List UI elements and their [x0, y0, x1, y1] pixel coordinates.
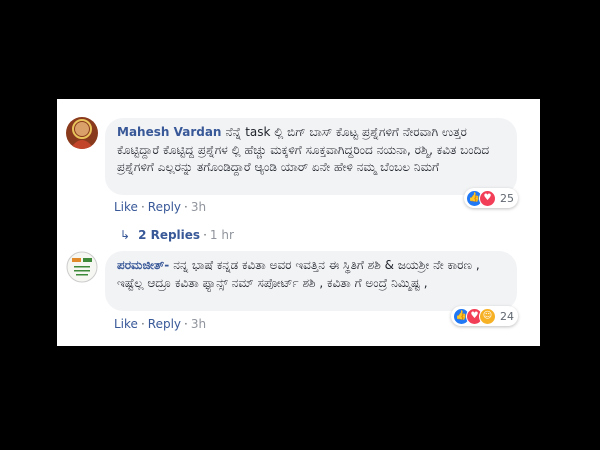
comments-panel: Mahesh Vardan ನೆನ್ನೆ task ಲ್ಲಿ ಬಿಗ್ ಬಾಸ್ …	[57, 99, 540, 346]
comment-bubble: ಪರಮಜೀತ್- ನನ್ನ ಭಾಷೆ ಕನ್ನಡ ಕವಿತಾ ಅವರ ಇವತ್ತಿ…	[105, 251, 517, 311]
avatar[interactable]	[66, 117, 98, 149]
view-replies-link[interactable]: ↳ 2 Replies · 1 hr	[120, 228, 234, 242]
comment-time[interactable]: 3h	[191, 200, 206, 214]
reaction-summary[interactable]: 👍 ♥ 25	[464, 188, 518, 208]
comment-author[interactable]: ಪರಮಜೀತ್-	[117, 258, 169, 272]
comment-bubble: Mahesh Vardan ನೆನ್ನೆ task ಲ್ಲಿ ಬಿಗ್ ಬಾಸ್ …	[105, 118, 517, 195]
haha-reaction-icon: ☺	[479, 307, 496, 325]
avatar-image-icon	[66, 117, 98, 149]
reply-link[interactable]: Reply	[148, 317, 181, 331]
comment-time[interactable]: 3h	[191, 317, 206, 331]
reply-link[interactable]: Reply	[148, 200, 181, 214]
comment-author[interactable]: Mahesh Vardan	[117, 125, 221, 139]
replies-time: 1 hr	[209, 228, 234, 242]
comment-actions: Like · Reply · 3h	[114, 200, 207, 214]
reaction-count: 25	[500, 191, 514, 205]
reaction-summary[interactable]: 👍 ♥ ☺ 24	[451, 306, 518, 326]
like-link[interactable]: Like	[114, 200, 138, 214]
comment-actions: Like · Reply · 3h	[114, 317, 207, 331]
replies-count[interactable]: 2 Replies	[138, 228, 200, 242]
avatar[interactable]	[66, 251, 98, 283]
love-reaction-icon: ♥	[479, 189, 496, 207]
avatar-image-icon	[66, 251, 98, 283]
like-link[interactable]: Like	[114, 317, 138, 331]
comment-text: ನನ್ನ ಭಾಷೆ ಕನ್ನಡ ಕವಿತಾ ಅವರ ಇವತ್ತಿನ ಈ ಸ್ಥಿ…	[117, 258, 480, 290]
reply-arrow-icon: ↳	[120, 228, 131, 242]
reaction-count: 24	[500, 309, 514, 323]
